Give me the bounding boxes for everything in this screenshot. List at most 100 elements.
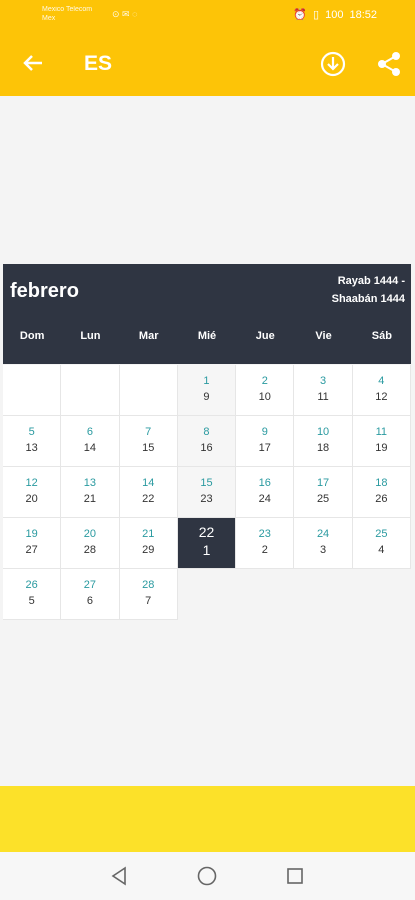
- hijri-day: 14: [83, 442, 97, 454]
- page-title: ES: [84, 52, 113, 75]
- day-cell[interactable]: 3 11: [294, 365, 353, 416]
- day-cell[interactable]: 15 23: [177, 467, 237, 518]
- empty-day-cell: [61, 365, 120, 416]
- day-cell[interactable]: 14 22: [119, 467, 178, 518]
- day-cell-today[interactable]: 22 1: [177, 518, 237, 569]
- hijri-day: 9: [203, 391, 210, 403]
- day-cell[interactable]: 21 29: [119, 518, 178, 569]
- circle-home-icon[interactable]: [196, 865, 218, 887]
- triangle-back-icon[interactable]: [108, 865, 130, 887]
- carrier-info: Mexico Telecom Mex: [42, 5, 92, 23]
- gregorian-day: 14: [142, 477, 155, 489]
- day-cell[interactable]: 26 5: [3, 569, 62, 620]
- hijri-day: 1: [202, 542, 211, 558]
- share-icon[interactable]: [374, 49, 404, 79]
- hijri-day: 24: [258, 493, 271, 505]
- hijri-day: 3: [320, 544, 327, 556]
- hijri-day: 23: [200, 493, 213, 505]
- hijri-day: 22: [142, 493, 155, 505]
- hijri-day: 5: [28, 595, 35, 607]
- weekday-label: Jue: [255, 330, 275, 342]
- square-recents-icon[interactable]: [284, 865, 306, 887]
- calendar-header: febrero Rayab 1444 - Shaabán 1444 Dom Lu…: [3, 264, 411, 364]
- gregorian-day: 2: [261, 375, 268, 387]
- hijri-day: 18: [316, 442, 330, 454]
- hijri-line-1: Rayab 1444 -: [337, 275, 405, 287]
- day-cell[interactable]: 23 2: [236, 518, 295, 569]
- day-cell[interactable]: 17 25: [294, 467, 353, 518]
- ad-banner[interactable]: [0, 786, 415, 852]
- gregorian-day: 20: [83, 528, 97, 540]
- day-cell[interactable]: 9 17: [236, 416, 295, 467]
- gregorian-day: 23: [258, 528, 271, 540]
- gregorian-day: 10: [316, 426, 330, 438]
- hijri-day: 29: [142, 544, 155, 556]
- hijri-day: 16: [200, 442, 213, 454]
- gregorian-day: 11: [375, 426, 388, 438]
- notification-icons: ⊙ ✉ ◌: [112, 9, 138, 19]
- day-cell[interactable]: 13 21: [61, 467, 120, 518]
- status-bar: Mexico Telecom Mex ⊙ ✉ ◌ ⏰ ▯ 100 18:52: [0, 0, 415, 32]
- gregorian-day: 25: [375, 528, 388, 540]
- day-cell[interactable]: 7 15: [119, 416, 178, 467]
- day-cell[interactable]: 19 27: [3, 518, 62, 569]
- gregorian-day: 24: [316, 528, 330, 540]
- weekday-row: Dom Lun Mar Mié Jue Vie Sáb: [3, 330, 411, 342]
- day-cell[interactable]: 27 6: [61, 569, 120, 620]
- carrier-line-2: Mex: [42, 15, 56, 22]
- empty-day-cell: [119, 365, 178, 416]
- gregorian-day: 21: [142, 528, 155, 540]
- hijri-day: 12: [375, 391, 388, 403]
- hijri-day: 20: [25, 493, 38, 505]
- carrier-line-1: Mexico Telecom: [42, 6, 93, 13]
- day-cell[interactable]: 24 3: [294, 518, 353, 569]
- hijri-day: 17: [258, 442, 271, 454]
- weekday-label: Mar: [138, 330, 159, 342]
- vibrate-icon: ▯: [313, 9, 320, 21]
- hijri-day: 27: [25, 544, 38, 556]
- day-cell[interactable]: 10 18: [294, 416, 353, 467]
- gregorian-day: 26: [25, 579, 38, 591]
- day-cell[interactable]: 20 28: [61, 518, 120, 569]
- weekday-label: Dom: [19, 330, 45, 342]
- day-cell[interactable]: 4 12: [352, 365, 411, 416]
- hijri-day: 11: [317, 391, 329, 403]
- weekday-label: Mié: [197, 330, 217, 342]
- day-cell[interactable]: 25 4: [352, 518, 411, 569]
- clock: 18:52: [349, 8, 377, 21]
- gregorian-day: 19: [25, 528, 38, 540]
- day-cell[interactable]: 2 10: [236, 365, 295, 416]
- weekday-label: Vie: [315, 330, 332, 342]
- hijri-day: 2: [261, 544, 268, 556]
- gregorian-day: 16: [258, 477, 271, 489]
- day-cell[interactable]: 18 26: [352, 467, 411, 518]
- status-right: ⏰ ▯ 100 18:52: [293, 8, 377, 22]
- download-icon[interactable]: [318, 49, 348, 79]
- hijri-day: 6: [86, 595, 93, 607]
- arrow-left-icon[interactable]: [18, 48, 48, 78]
- hijri-day: 7: [145, 595, 152, 607]
- day-cell[interactable]: 6 14: [61, 416, 120, 467]
- day-cell[interactable]: 28 7: [119, 569, 178, 620]
- day-cell[interactable]: 12 20: [3, 467, 62, 518]
- gregorian-day: 3: [320, 375, 327, 387]
- hijri-day: 26: [375, 493, 388, 505]
- gregorian-day: 13: [83, 477, 97, 489]
- hijri-day: 19: [375, 442, 388, 454]
- hijri-day: 21: [83, 493, 97, 505]
- weekday-label: Lun: [80, 330, 101, 342]
- hijri-day: 28: [83, 544, 97, 556]
- day-cell[interactable]: 19: [177, 365, 237, 416]
- battery-level: 100: [325, 8, 344, 21]
- hijri-day: 13: [25, 442, 38, 454]
- day-cell[interactable]: 11 19: [352, 416, 411, 467]
- gregorian-day: 5: [28, 426, 35, 438]
- day-cell[interactable]: 8 16: [177, 416, 237, 467]
- app-bar: ES: [0, 32, 415, 96]
- day-cell[interactable]: 5 13: [3, 416, 62, 467]
- day-cell[interactable]: 16 24: [236, 467, 295, 518]
- gregorian-day: 28: [142, 579, 155, 591]
- gregorian-day: 8: [203, 426, 210, 438]
- gregorian-day: 1: [203, 375, 210, 387]
- hijri-line-2: Shaabán 1444: [331, 293, 405, 305]
